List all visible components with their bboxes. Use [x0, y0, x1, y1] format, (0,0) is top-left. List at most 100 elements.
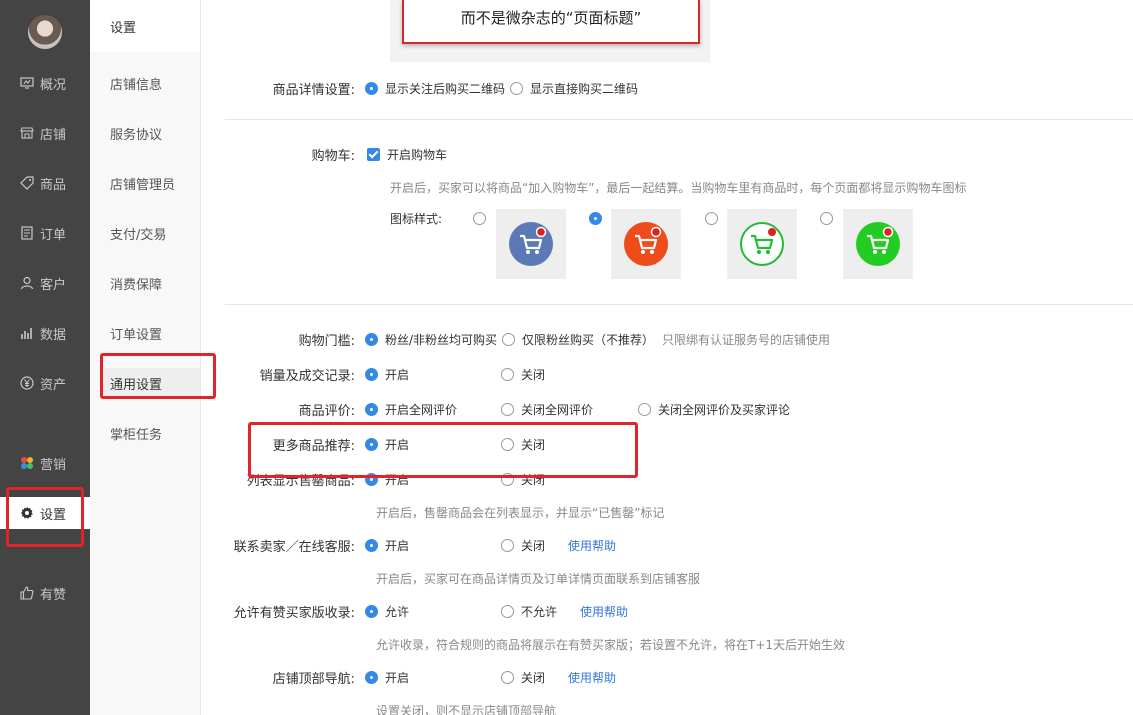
option-label: 允许 — [385, 605, 410, 619]
subnav-item-store-admin[interactable]: 店铺管理员 — [90, 168, 200, 198]
nav-assets[interactable]: 资产 — [0, 368, 90, 398]
radio-checked[interactable] — [365, 671, 378, 684]
radio-checked[interactable] — [365, 403, 378, 416]
nav-label: 数据 — [40, 327, 67, 343]
radio-unchecked[interactable] — [502, 333, 515, 346]
radio-unchecked[interactable] — [638, 403, 651, 416]
review-option-disable[interactable]: 关闭全网评价 — [501, 401, 593, 418]
radio-unchecked[interactable] — [501, 671, 514, 684]
radio-unchecked[interactable] — [501, 605, 514, 618]
nav-marketing[interactable]: 营销 — [0, 448, 90, 478]
youzan-label: 允许有赞买家版收录: — [233, 606, 355, 621]
option-label: 显示直接购买二维码 — [530, 82, 639, 96]
option-label: 开启 — [385, 438, 410, 452]
option-label: 开启 — [385, 539, 410, 553]
product-detail-option-follow[interactable]: 显示关注后购买二维码 — [365, 80, 505, 97]
threshold-label: 购物门槛: — [298, 334, 355, 349]
cart-style-preview-1[interactable] — [496, 209, 566, 279]
nav-customer[interactable]: 客户 — [0, 268, 90, 298]
option-label: 开启 — [385, 671, 410, 685]
subnav-item-order-settings[interactable]: 订单设置 — [90, 318, 200, 348]
sales-record-option-off[interactable]: 关闭 — [501, 366, 545, 383]
nav-order[interactable]: 订单 — [0, 218, 90, 248]
radio-unchecked[interactable] — [501, 438, 514, 451]
youzan-option-allow[interactable]: 允许 — [365, 603, 409, 620]
store-icon — [19, 125, 35, 141]
contact-option-on[interactable]: 开启 — [365, 537, 409, 554]
cart-style-radio-2[interactable] — [589, 212, 609, 225]
recommend-option-on[interactable]: 开启 — [365, 436, 409, 453]
radio-unchecked[interactable] — [501, 539, 514, 552]
nav-label: 有赞 — [40, 587, 67, 603]
soldout-option-off[interactable]: 关闭 — [501, 471, 545, 488]
section-divider — [225, 304, 1133, 305]
avatar[interactable] — [28, 15, 62, 49]
topnav-option-off[interactable]: 关闭 — [501, 669, 545, 686]
cart-icon — [740, 222, 784, 266]
youzan-help-link[interactable]: 使用帮助 — [580, 603, 628, 620]
review-option-enable[interactable]: 开启全网评价 — [365, 401, 457, 418]
checkbox-checked[interactable] — [367, 148, 380, 161]
radio-checked[interactable] — [365, 605, 378, 618]
nav-product[interactable]: 商品 — [0, 168, 90, 198]
option-label: 关闭 — [521, 368, 546, 382]
subnav-item-payment[interactable]: 支付/交易 — [90, 218, 200, 248]
cart-enable-checkbox[interactable]: 开启购物车 — [367, 146, 447, 163]
cart-style-radio-4[interactable] — [820, 212, 840, 225]
option-label: 显示关注后购买二维码 — [385, 82, 506, 96]
subnav-item-store-info[interactable]: 店铺信息 — [90, 68, 200, 98]
review-option-disable-all[interactable]: 关闭全网评价及买家评论 — [638, 401, 790, 418]
radio-checked[interactable] — [365, 368, 378, 381]
option-label: 关闭全网评价及买家评论 — [658, 403, 791, 417]
settings-subnav: 设置 店铺信息 服务协议 店铺管理员 支付/交易 消费保障 订单设置 通用设置 … — [90, 0, 200, 715]
threshold-option-all[interactable]: 粉丝/非粉丝均可购买 — [365, 331, 497, 348]
radio-checked[interactable] — [365, 473, 378, 486]
general-settings-panel: 而不是微杂志的“页面标题” 商品详情设置: 显示关注后购买二维码 显示直接购买二… — [210, 0, 1133, 715]
nav-youzan[interactable]: 有赞 — [0, 578, 90, 608]
radio-unchecked[interactable] — [501, 473, 514, 486]
threshold-option-fans-only[interactable]: 仅限粉丝购买（不推荐） 只限绑有认证服务号的店铺使用 — [502, 331, 830, 348]
nav-settings[interactable]: 设置 — [0, 497, 90, 529]
subnav-item-consumer-protection[interactable]: 消费保障 — [90, 268, 200, 298]
option-label: 关闭 — [521, 438, 546, 452]
product-detail-option-direct[interactable]: 显示直接购买二维码 — [510, 80, 638, 97]
section-divider — [225, 119, 1133, 120]
threshold-note: 只限绑有认证服务号的店铺使用 — [662, 333, 831, 347]
contact-option-off[interactable]: 关闭 — [501, 537, 545, 554]
sales-record-option-on[interactable]: 开启 — [365, 366, 409, 383]
radio-checked[interactable] — [365, 82, 378, 95]
subnav-item-service-agreement[interactable]: 服务协议 — [90, 118, 200, 148]
cart-style-radio-3[interactable] — [705, 212, 725, 225]
cart-style-preview-4[interactable] — [843, 209, 913, 279]
order-icon — [19, 225, 35, 241]
soldout-option-on[interactable]: 开启 — [365, 471, 409, 488]
nav-store[interactable]: 店铺 — [0, 118, 90, 148]
recommend-option-off[interactable]: 关闭 — [501, 436, 545, 453]
nav-label: 订单 — [40, 227, 67, 243]
radio-checked[interactable] — [365, 539, 378, 552]
cart-style-preview-2[interactable] — [611, 209, 681, 279]
radio-unchecked[interactable] — [510, 82, 523, 95]
nav-data[interactable]: 数据 — [0, 318, 90, 348]
icon-style-label: 图标样式: — [390, 212, 443, 226]
topnav-help-link[interactable]: 使用帮助 — [568, 669, 616, 686]
cart-style-radio-1[interactable] — [473, 212, 493, 225]
radio-checked[interactable] — [365, 438, 378, 451]
contact-label: 联系卖家／在线客服: — [233, 540, 355, 555]
nav-overview[interactable]: 概况 — [0, 68, 90, 98]
cart-icon — [509, 222, 553, 266]
contact-help-link[interactable]: 使用帮助 — [568, 537, 616, 554]
radio-unchecked[interactable] — [501, 368, 514, 381]
radio-checked[interactable] — [365, 333, 378, 346]
nav-label: 商品 — [40, 177, 67, 193]
subnav-item-general-settings[interactable]: 通用设置 — [100, 368, 200, 398]
subnav-item-shopkeeper-tasks[interactable]: 掌柜任务 — [90, 418, 200, 448]
nav-label: 资产 — [40, 377, 67, 393]
option-label: 粉丝/非粉丝均可购买 — [385, 333, 498, 347]
youzan-option-disallow[interactable]: 不允许 — [501, 603, 557, 620]
cart-style-preview-3[interactable] — [727, 209, 797, 279]
youzan-hint: 允许收录，符合规则的商品将展示在有赞买家版；若设置不允许，将在T+1天后开始生效 — [376, 638, 846, 652]
radio-unchecked[interactable] — [501, 403, 514, 416]
topnav-option-on[interactable]: 开启 — [365, 669, 409, 686]
chart-icon — [19, 325, 35, 341]
